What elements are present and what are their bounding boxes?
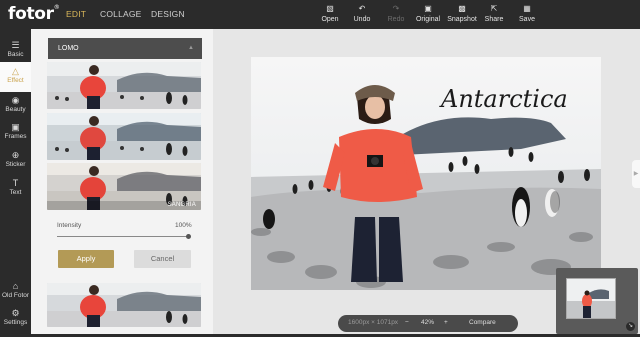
intensity-slider[interactable] xyxy=(57,234,191,239)
flask-icon: △ xyxy=(12,66,19,76)
zoom-bar: 1600px × 1071px − 42% + Compare xyxy=(338,315,518,332)
photo-caption: Antarctica xyxy=(439,85,568,113)
folder-icon: ▧ xyxy=(326,4,334,13)
sidebar-item-sticker[interactable]: ⊕ Sticker xyxy=(0,148,31,174)
share-icon: ⇱ xyxy=(490,4,498,13)
filter-thumbnail[interactable] xyxy=(47,283,201,327)
minimap-photo xyxy=(567,279,615,318)
collapse-minimap-icon[interactable]: ↘ xyxy=(626,322,635,331)
filter-thumbnail-sangria[interactable]: SANGRIA xyxy=(47,163,201,210)
zoom-level: 42% xyxy=(421,319,435,326)
lomo-category-header[interactable]: LOMO ▲ xyxy=(48,38,202,59)
sidebar-item-old-fotor[interactable]: ⌂ Old Fotor xyxy=(0,279,31,305)
filter-name-label: SANGRIA xyxy=(167,202,196,208)
sidebar-item-frames[interactable]: ▣ Frames xyxy=(0,120,31,146)
antarctica-photo: Antarctica xyxy=(251,57,601,290)
top-bar: fotor® EDIT COLLAGE DESIGN ▧ Open ↶ Undo… xyxy=(0,0,640,29)
fotor-logo[interactable]: fotor® xyxy=(8,4,60,24)
chevron-up-icon: ▲ xyxy=(188,45,194,51)
left-sidebar: ☰ Basic △ Effect ◉ Beauty ▣ Frames ⊕ Sti… xyxy=(0,29,31,337)
text-icon: T xyxy=(12,178,19,188)
sidebar-item-settings[interactable]: ⚙ Settings xyxy=(0,306,31,332)
eye-icon: ◉ xyxy=(11,95,20,105)
share-button[interactable]: ⇱ Share xyxy=(476,4,512,23)
zoom-out-button[interactable]: − xyxy=(405,319,409,326)
intensity-label: Intensity xyxy=(57,222,82,229)
chevron-right-icon: ▶ xyxy=(633,171,639,177)
filter-thumbnail[interactable] xyxy=(47,113,201,160)
original-button[interactable]: ▣ Original xyxy=(410,4,446,23)
apply-button[interactable]: Apply xyxy=(58,250,114,268)
filter-thumbnail-image xyxy=(47,283,201,327)
nav-edit[interactable]: EDIT xyxy=(66,9,86,19)
undo-button[interactable]: ↶ Undo xyxy=(344,4,380,23)
zoom-in-button[interactable]: + xyxy=(444,319,448,326)
intensity-slider-handle[interactable] xyxy=(186,234,191,239)
right-panel-toggle[interactable]: ▶ xyxy=(632,160,640,188)
intensity-value: 100% xyxy=(175,222,192,229)
snapshot-icon: ▩ xyxy=(458,4,466,13)
navigator-minimap[interactable]: ↘ xyxy=(556,268,638,334)
plus-circle-icon: ⊕ xyxy=(11,150,20,160)
save-button[interactable]: ▦ Save xyxy=(509,4,545,23)
compare-button[interactable]: Compare xyxy=(469,319,496,326)
open-button[interactable]: ▧ Open xyxy=(312,4,348,23)
sidebar-item-effect[interactable]: △ Effect xyxy=(0,62,31,92)
frame-icon: ▣ xyxy=(11,122,20,132)
snapshot-button[interactable]: ▩ Snapshot xyxy=(444,4,480,23)
redo-icon: ↷ xyxy=(392,4,400,13)
gear-icon: ⚙ xyxy=(11,308,20,318)
image-size-readout: 1600px × 1071px xyxy=(348,319,399,326)
sidebar-item-basic[interactable]: ☰ Basic xyxy=(0,38,31,64)
minimap-viewport[interactable] xyxy=(566,278,616,319)
nav-collage[interactable]: COLLAGE xyxy=(100,9,142,19)
sliders-icon: ☰ xyxy=(11,40,20,50)
main-photo[interactable]: Antarctica xyxy=(251,57,601,290)
nav-design[interactable]: DESIGN xyxy=(151,9,185,19)
image-icon: ▣ xyxy=(424,4,432,13)
cancel-button[interactable]: Cancel xyxy=(134,250,191,268)
filter-thumbnail-image xyxy=(47,113,201,160)
save-icon: ▦ xyxy=(523,4,531,13)
redo-button[interactable]: ↷ Redo xyxy=(378,4,414,23)
filter-thumbnail-image xyxy=(47,62,201,109)
sidebar-item-text[interactable]: T Text xyxy=(0,176,31,202)
sidebar-item-beauty[interactable]: ◉ Beauty xyxy=(0,93,31,119)
intensity-slider-fill xyxy=(57,236,189,237)
home-icon: ⌂ xyxy=(12,281,19,291)
undo-icon: ↶ xyxy=(358,4,366,13)
filter-thumbnail[interactable] xyxy=(47,62,201,109)
